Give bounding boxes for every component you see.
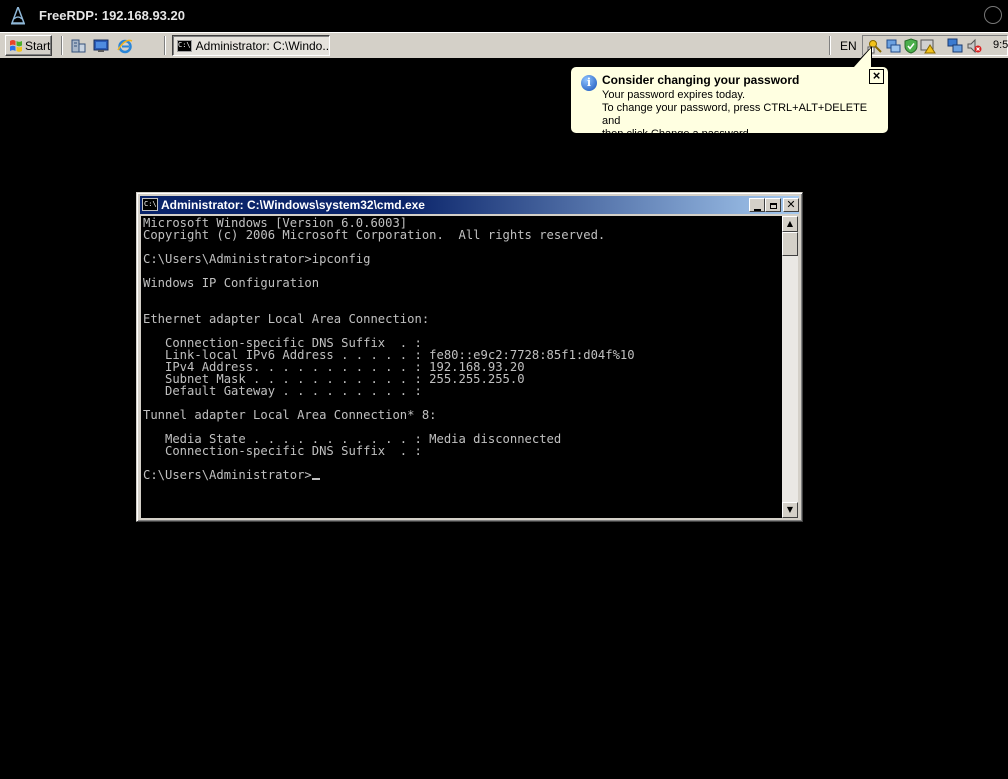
taskbar-item-label: Administrator: C:\Windo...: [195, 38, 330, 53]
scroll-down-button[interactable]: ▼: [782, 502, 798, 518]
balloon-message-line: then click Change a password.: [602, 128, 752, 140]
rdp-titlebar: FreeRDP: 192.168.93.20: [0, 0, 1008, 32]
cmd-titlebar[interactable]: C:\ Administrator: C:\Windows\system32\c…: [140, 196, 799, 214]
text-cursor: [311, 478, 320, 480]
system-tray: 9:5: [862, 35, 1008, 56]
network-connections-icon[interactable]: [947, 38, 963, 54]
cmd-window-title: Administrator: C:\Windows\system32\cmd.e…: [161, 198, 425, 212]
action-center-warning-icon[interactable]: [920, 38, 936, 54]
rdp-window-title: FreeRDP: 192.168.93.20: [39, 8, 185, 23]
console-line: Windows IP Configuration: [143, 276, 320, 290]
balloon-close-button[interactable]: ×: [869, 69, 884, 84]
info-icon: i: [581, 75, 597, 91]
console-line: Copyright (c) 2006 Microsoft Corporation…: [143, 228, 606, 242]
balloon-title: Consider changing your password: [602, 73, 800, 87]
taskbar-clock[interactable]: 9:5: [993, 39, 1008, 51]
console-line: Ethernet adapter Local Area Connection:: [143, 312, 430, 326]
network-status-icon[interactable]: [885, 38, 901, 54]
console-output[interactable]: Microsoft Windows [Version 6.0.6003] Cop…: [141, 216, 782, 518]
balloon-message: Your password expires today. To change y…: [602, 89, 888, 141]
close-icon: ✕: [786, 198, 796, 211]
close-button[interactable]: ✕: [783, 198, 799, 212]
taskbar-separator: [61, 36, 63, 55]
show-desktop-icon[interactable]: [93, 38, 109, 54]
arrow-up-icon: ▲: [786, 219, 794, 228]
taskbar-separator: [829, 36, 831, 55]
scrollbar-thumb[interactable]: [782, 232, 798, 256]
scroll-up-button[interactable]: ▲: [782, 216, 798, 232]
console-prompt: C:\Users\Administrator>: [143, 468, 312, 482]
freerdp-logo-icon: [10, 7, 26, 25]
start-button-label: Start: [25, 38, 51, 53]
volume-muted-icon[interactable]: [966, 38, 982, 54]
minimize-button[interactable]: [749, 198, 765, 212]
console-line: Tunnel adapter Local Area Connection* 8:: [143, 408, 437, 422]
start-button[interactable]: Start: [5, 35, 52, 56]
console-line: Default Gateway . . . . . . . . . :: [143, 384, 422, 398]
internet-explorer-icon[interactable]: [117, 38, 133, 54]
console-lines: Microsoft Windows [Version 6.0.6003] Cop…: [143, 216, 635, 458]
maximize-button[interactable]: [765, 198, 781, 212]
console-text: Microsoft Windows [Version 6.0.6003] Cop…: [141, 216, 782, 481]
arrow-down-icon: ▼: [786, 505, 794, 514]
rdp-window-control-button[interactable]: [984, 6, 1002, 24]
console-line: Connection-specific DNS Suffix . :: [143, 444, 422, 458]
cmd-window[interactable]: C:\ Administrator: C:\Windows\system32\c…: [136, 192, 803, 522]
security-shield-icon[interactable]: [903, 38, 919, 54]
server-manager-icon[interactable]: [70, 38, 86, 54]
balloon-tail-fill: [854, 48, 871, 67]
taskbar-item-cmd[interactable]: C:\ Administrator: C:\Windo...: [172, 35, 330, 56]
balloon-message-line: Your password expires today.: [602, 89, 746, 101]
balloon-message-line: To change your password, press CTRL+ALT+…: [602, 102, 868, 127]
console-line: C:\Users\Administrator>ipconfig: [143, 252, 371, 266]
cmd-icon: C:\: [177, 39, 192, 52]
console-scrollbar[interactable]: ▲ ▼: [782, 216, 798, 518]
password-balloon-notification[interactable]: i Consider changing your password Your p…: [570, 66, 889, 140]
taskbar-separator: [164, 36, 166, 55]
windows-logo-icon: [10, 39, 22, 52]
minimize-icon: [753, 209, 761, 211]
maximize-icon: [769, 203, 777, 209]
cmd-icon[interactable]: C:\: [142, 198, 158, 211]
